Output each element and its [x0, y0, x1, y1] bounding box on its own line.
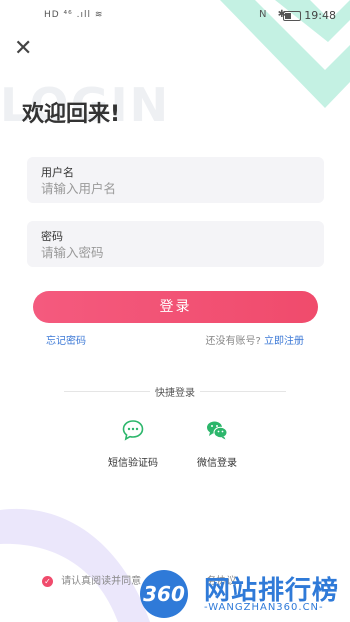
quick-login-title: 快捷登录: [0, 384, 350, 399]
username-field[interactable]: 用户名: [27, 157, 324, 203]
register-prompt: 还没有账号? 立即注册: [206, 332, 305, 347]
welcome-title: 欢迎回来!: [22, 102, 121, 127]
wechat-login-label: 微信登录: [197, 458, 237, 469]
wechat-login-button[interactable]: 微信登录: [182, 418, 252, 469]
status-bar: HD ⁴⁶ .ıll ≋ N ✱ 19:48: [0, 0, 350, 34]
wechat-icon: [207, 421, 228, 440]
no-account-text: 还没有账号?: [205, 336, 261, 347]
signal-indicators: HD ⁴⁶ .ıll ≋: [44, 10, 104, 20]
sms-login-label: 短信验证码: [108, 458, 158, 469]
agreement-check-icon[interactable]: ✓: [42, 575, 53, 587]
agreement-text: 请认真阅读并同意: [61, 576, 142, 587]
password-label: 密码: [41, 230, 63, 243]
register-link[interactable]: 立即注册: [264, 336, 304, 347]
bottom-left-decoration: [0, 508, 150, 622]
sms-icon: [122, 420, 144, 441]
username-input[interactable]: [41, 181, 311, 196]
watermark-en-text: -WANGZHAN360.CN-: [204, 602, 324, 613]
watermark-logo: 360: [140, 570, 188, 618]
quick-login-label: 快捷登录: [155, 388, 195, 399]
status-right: 19:48: [282, 9, 336, 22]
username-label: 用户名: [41, 166, 74, 179]
password-input[interactable]: [41, 245, 311, 260]
login-button[interactable]: 登录: [33, 291, 318, 323]
forgot-password-link[interactable]: 忘记密码: [46, 332, 86, 347]
password-field[interactable]: 密码: [27, 221, 324, 267]
clock: 19:48: [304, 9, 336, 22]
sms-login-button[interactable]: 短信验证码: [98, 418, 168, 469]
site-watermark: 360 网站排行榜 -WANGZHAN360.CN-: [140, 568, 350, 622]
close-icon[interactable]: ✕: [14, 38, 36, 60]
battery-icon: [282, 11, 301, 21]
